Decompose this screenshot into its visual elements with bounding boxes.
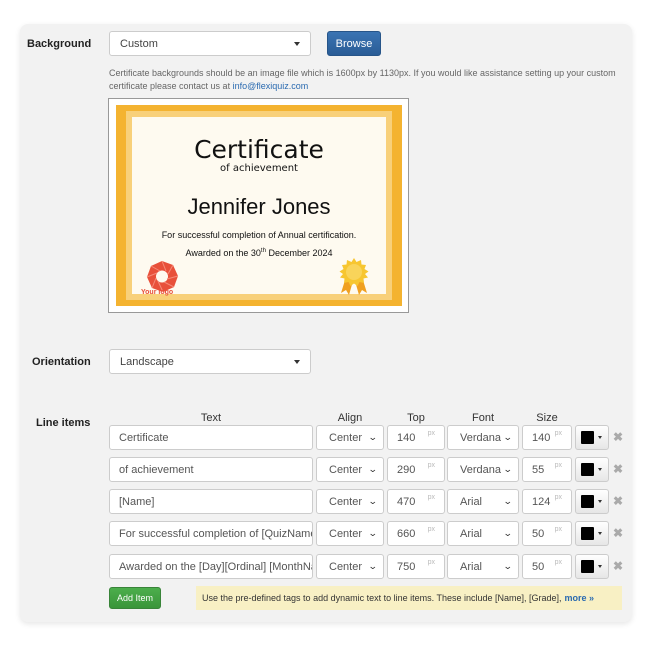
line-item-font-select[interactable]: Verdana ⌄ (447, 457, 519, 482)
color-swatch (581, 431, 594, 444)
chevron-down-icon: ⌄ (503, 464, 514, 474)
line-item-size-input[interactable]: 55 px (522, 457, 572, 482)
background-select-value: Custom (120, 37, 158, 50)
line-item-size-input[interactable]: 124 px (522, 489, 572, 514)
certificate-preview: Certificate of achievement Jennifer Jone… (108, 98, 409, 313)
remove-line-item-icon[interactable]: ✖ (613, 559, 623, 573)
chevron-down-icon: ⌄ (368, 464, 379, 474)
certificate-completion-line: For successful completion of Annual cert… (161, 230, 357, 240)
px-unit-label: px (427, 494, 435, 501)
logo-placeholder-text: Your logo (141, 289, 174, 296)
chevron-down-icon: ⌄ (503, 561, 514, 571)
more-tags-link[interactable]: more » (565, 593, 595, 603)
line-item-color-picker[interactable] (575, 489, 609, 514)
px-unit-label: px (427, 526, 435, 533)
line-item-align-select[interactable]: Center ⌄ (316, 554, 384, 579)
chevron-down-icon: ⌄ (368, 528, 379, 538)
orientation-select[interactable]: Landscape (109, 349, 311, 374)
line-item-text-input[interactable]: of achievement (109, 457, 313, 482)
column-header-size: Size (536, 412, 558, 424)
support-email-link[interactable]: info@flexiquiz.com (233, 81, 309, 91)
line-item-top-input[interactable]: 290 px (387, 457, 445, 482)
caret-down-icon (598, 532, 602, 535)
line-item-top-input[interactable]: 140 px (387, 425, 445, 450)
line-item-text-input[interactable]: For successful completion of [QuizName (109, 521, 313, 546)
certificate-title: Certificate (194, 135, 324, 164)
certificate-border: Certificate of achievement Jennifer Jone… (116, 105, 402, 306)
px-unit-label: px (554, 430, 562, 437)
line-item-top-input[interactable]: 750 px (387, 554, 445, 579)
caret-down-icon (294, 359, 300, 364)
color-swatch (581, 560, 594, 573)
line-item-size-input[interactable]: 50 px (522, 554, 572, 579)
column-header-top: Top (407, 412, 425, 424)
certificate-subtitle: of achievement (220, 163, 298, 174)
line-item-row: For successful completion of [QuizName Ce… (0, 521, 650, 546)
px-unit-label: px (554, 559, 562, 566)
remove-line-item-icon[interactable]: ✖ (613, 494, 623, 508)
chevron-down-icon: ⌄ (368, 432, 379, 442)
caret-down-icon (294, 41, 300, 46)
line-item-row: [Name] Center ⌄ 470 px Arial ⌄ 124 px ✖ (0, 489, 650, 514)
column-header-font: Font (471, 412, 494, 424)
caret-down-icon (598, 468, 602, 471)
line-item-row: Awarded on the [Day][Ordinal] [MonthNa Ce… (0, 554, 650, 579)
line-item-align-select[interactable]: Center ⌄ (316, 425, 384, 450)
line-item-align-select[interactable]: Center ⌄ (316, 489, 384, 514)
px-unit-label: px (427, 430, 435, 437)
line-item-top-input[interactable]: 660 px (387, 521, 445, 546)
chevron-down-icon: ⌄ (503, 528, 514, 538)
line-item-color-picker[interactable] (575, 521, 609, 546)
line-item-font-select[interactable]: Arial ⌄ (447, 489, 519, 514)
award-seal-icon (339, 258, 369, 295)
color-swatch (581, 527, 594, 540)
remove-line-item-icon[interactable]: ✖ (613, 526, 623, 540)
remove-line-item-icon[interactable]: ✖ (613, 430, 623, 444)
line-item-font-select[interactable]: Verdana ⌄ (447, 425, 519, 450)
caret-down-icon (598, 565, 602, 568)
background-select[interactable]: Custom (109, 31, 311, 56)
color-swatch (581, 495, 594, 508)
caret-down-icon (598, 436, 602, 439)
line-item-top-input[interactable]: 470 px (387, 489, 445, 514)
px-unit-label: px (554, 462, 562, 469)
chevron-down-icon: ⌄ (368, 496, 379, 506)
column-header-text: Text (200, 412, 222, 424)
line-item-text-input[interactable]: Awarded on the [Day][Ordinal] [MonthNa (109, 554, 313, 579)
browse-button[interactable]: Browse (327, 31, 381, 56)
line-item-size-input[interactable]: 140 px (522, 425, 572, 450)
line-item-text-input[interactable]: [Name] (109, 489, 313, 514)
chevron-down-icon: ⌄ (503, 432, 514, 442)
line-item-align-select[interactable]: Center ⌄ (316, 457, 384, 482)
line-item-size-input[interactable]: 50 px (522, 521, 572, 546)
line-item-color-picker[interactable] (575, 425, 609, 450)
line-item-color-picker[interactable] (575, 554, 609, 579)
px-unit-label: px (427, 462, 435, 469)
remove-line-item-icon[interactable]: ✖ (613, 462, 623, 476)
orientation-label: Orientation (32, 356, 91, 368)
chevron-down-icon: ⌄ (368, 561, 379, 571)
caret-down-icon (598, 500, 602, 503)
orientation-select-value: Landscape (120, 355, 174, 368)
column-header-align: Align (337, 412, 363, 424)
tags-tip-banner: Use the pre-defined tags to add dynamic … (196, 586, 622, 610)
line-item-text-input[interactable]: Certificate (109, 425, 313, 450)
background-help-text: Certificate backgrounds should be an ima… (109, 68, 616, 91)
line-item-row: of achievement Center ⌄ 290 px Verdana ⌄ 55 px ✖ (0, 457, 650, 482)
line-item-color-picker[interactable] (575, 457, 609, 482)
background-label: Background (27, 38, 92, 50)
line-item-row: Certificate Center ⌄ 140 px Verdana ⌄ 140 px ✖ (0, 425, 650, 450)
px-unit-label: px (427, 559, 435, 566)
px-unit-label: px (554, 494, 562, 501)
px-unit-label: px (554, 526, 562, 533)
chevron-down-icon: ⌄ (503, 496, 514, 506)
certificate-paper: Certificate of achievement Jennifer Jone… (132, 117, 386, 296)
certificate-recipient-name: Jennifer Jones (187, 194, 331, 219)
line-item-align-select[interactable]: Center ⌄ (316, 521, 384, 546)
color-swatch (581, 463, 594, 476)
add-item-button[interactable]: Add Item (109, 587, 161, 609)
line-item-font-select[interactable]: Arial ⌄ (447, 521, 519, 546)
line-item-font-select[interactable]: Arial ⌄ (447, 554, 519, 579)
